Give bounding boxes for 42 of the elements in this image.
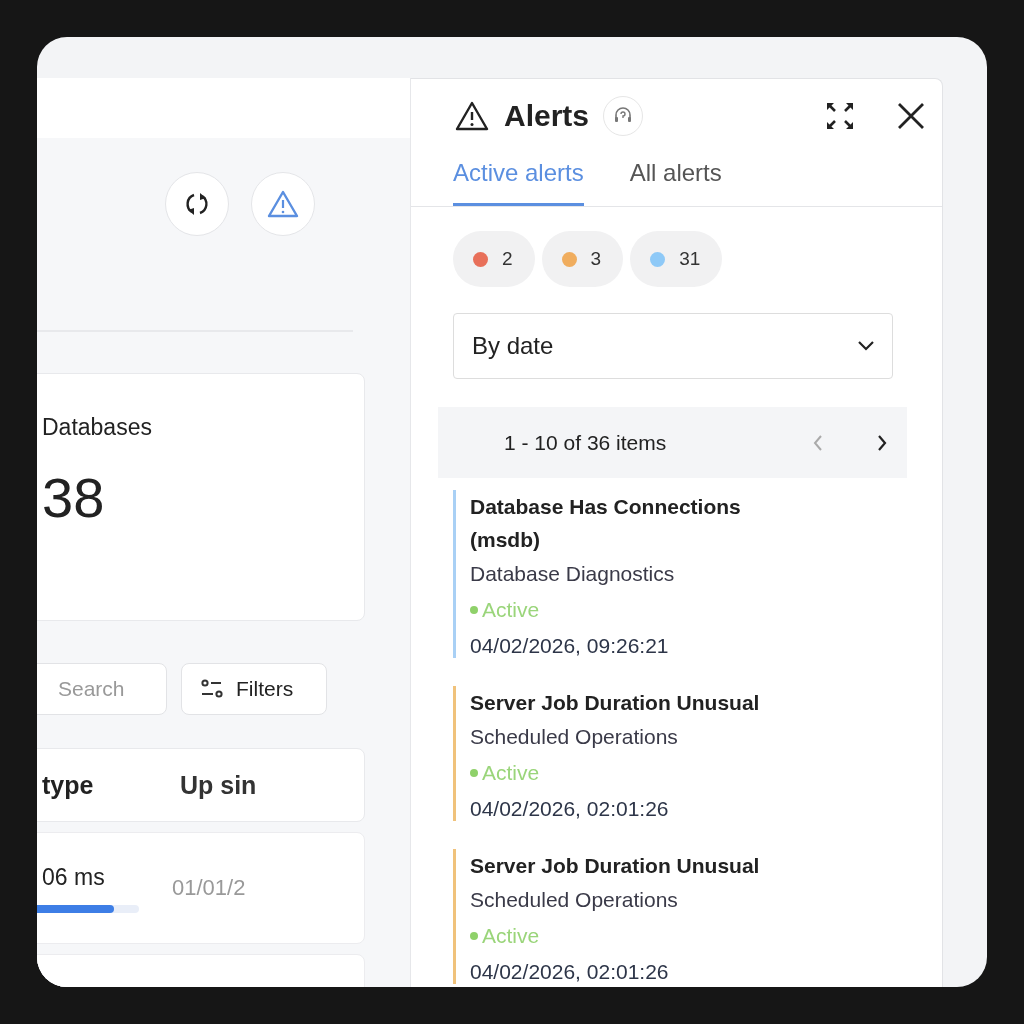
column-header: Up sin	[180, 770, 257, 800]
alert-title: Database Has Connections (msdb)	[470, 494, 742, 553]
panel-title: Alerts	[504, 99, 590, 133]
filters-button[interactable]: Filters	[181, 663, 327, 715]
alert-title: Server Job Duration Unusual	[470, 690, 761, 716]
alert-title: Server Job Duration Unusual	[470, 853, 761, 879]
alert-time: 04/02/2026, 02:01:26	[470, 797, 670, 821]
alert-category: Scheduled Operations	[470, 725, 679, 749]
search-field[interactable]: Search	[37, 663, 167, 715]
severity-filter-chip[interactable]: 2	[453, 231, 535, 287]
alert-category: Scheduled Operations	[470, 888, 679, 912]
sort-dropdown[interactable]: By date	[453, 313, 893, 379]
support-button[interactable]	[603, 96, 644, 136]
expand-button[interactable]	[824, 100, 856, 132]
table-cell-text: 06 ms	[42, 863, 106, 891]
expand-icon	[824, 100, 856, 132]
severity-filter-chip[interactable]: 3	[541, 231, 624, 287]
close-button[interactable]	[896, 101, 926, 131]
alert-time: 04/02/2026, 09:26:21	[470, 634, 670, 658]
alert-status: Active	[482, 598, 540, 622]
alert-status: Active	[482, 924, 540, 948]
pagination-range: 1 - 10 of 36 items	[504, 430, 667, 455]
alert-status: Active	[482, 761, 540, 785]
tab[interactable]: All alerts	[629, 159, 722, 206]
stat-label: Databases	[42, 414, 153, 441]
alert-item[interactable]: Database Has Connections (msdb) Database Diagnostics Active 04/02/2026, 09:26:21	[453, 490, 810, 658]
status-dot	[470, 932, 478, 940]
status-dot	[470, 769, 478, 777]
severity-filter-chip[interactable]: 31	[630, 231, 723, 287]
warning-icon	[266, 189, 300, 219]
sliders-icon	[200, 678, 224, 700]
warning-icon	[454, 100, 490, 132]
chevron-down-icon	[856, 340, 876, 352]
stat-value: 38	[42, 465, 106, 530]
close-icon	[896, 101, 926, 131]
alert-item[interactable]: Server Job Duration Unusual Scheduled Operations Active 04/02/2026, 02:01:26	[453, 686, 810, 821]
alert-item[interactable]: Server Job Duration Unusual Scheduled Operations Active 04/02/2026, 02:01:26	[453, 849, 810, 984]
alert-category: Database Diagnostics	[470, 562, 676, 586]
table-cell: 01/01/2	[172, 875, 246, 901]
column-header: type	[42, 770, 95, 800]
status-dot	[470, 606, 478, 614]
alert-time: 04/02/2026, 02:01:26	[470, 960, 670, 984]
